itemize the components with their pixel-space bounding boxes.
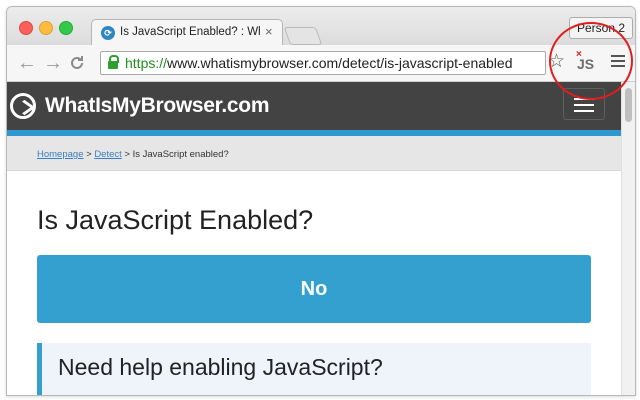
url-text: https://www.whatismybrowser.com/detect/i… [125,55,513,71]
breadcrumb-current: Is JavaScript enabled? [132,149,229,160]
zoom-window-button[interactable] [59,21,73,35]
help-box[interactable]: Need help enabling JavaScript? [37,343,591,395]
back-arrow-icon[interactable]: ← [17,51,37,75]
help-heading: Need help enabling JavaScript? [58,354,383,380]
close-window-button[interactable] [19,21,33,35]
new-tab-button[interactable] [283,27,323,45]
page-title: Is JavaScript Enabled? [37,205,314,235]
browser-window: ⟳ Is JavaScript Enabled? : Wh × Person 2… [6,6,636,396]
breadcrumb-bar: Homepage > Detect > Is JavaScript enable… [7,136,621,171]
forward-arrow-icon[interactable]: → [43,51,63,75]
result-value: No [300,278,328,300]
site-favicon-icon: ⟳ [101,26,115,40]
tab-active[interactable]: ⟳ Is JavaScript Enabled? : Wh × [91,19,283,46]
browser-toolbar: ← → https://www.whatismybrowser.com/dete… [7,45,635,82]
page-scrollbar[interactable] [621,82,635,395]
site-logo-text[interactable]: WhatIsMyBrowser.com [45,94,270,118]
site-logo-icon[interactable] [10,93,36,119]
reload-icon[interactable] [69,51,85,77]
title-bar: ⟳ Is JavaScript Enabled? : Wh × Person 2 [7,7,635,46]
web-page: WhatIsMyBrowser.com Homepage > Detect > … [7,82,621,395]
main-content: Is JavaScript Enabled? No Need help enab… [7,171,621,395]
lock-icon [108,55,119,69]
breadcrumb-detect-link[interactable]: Detect [94,149,121,160]
site-header: WhatIsMyBrowser.com [7,82,621,130]
tab-close-icon[interactable]: × [265,24,273,39]
result-box: No [37,255,591,323]
breadcrumb: Homepage > Detect > Is JavaScript enable… [37,149,229,160]
tab-title: Is JavaScript Enabled? : Wh [120,26,260,38]
scrollbar-thumb[interactable] [625,88,632,122]
breadcrumb-home-link[interactable]: Homepage [37,149,83,160]
address-bar[interactable]: https://www.whatismybrowser.com/detect/i… [100,51,546,75]
minimize-window-button[interactable] [39,21,53,35]
annotation-circle [549,22,633,100]
